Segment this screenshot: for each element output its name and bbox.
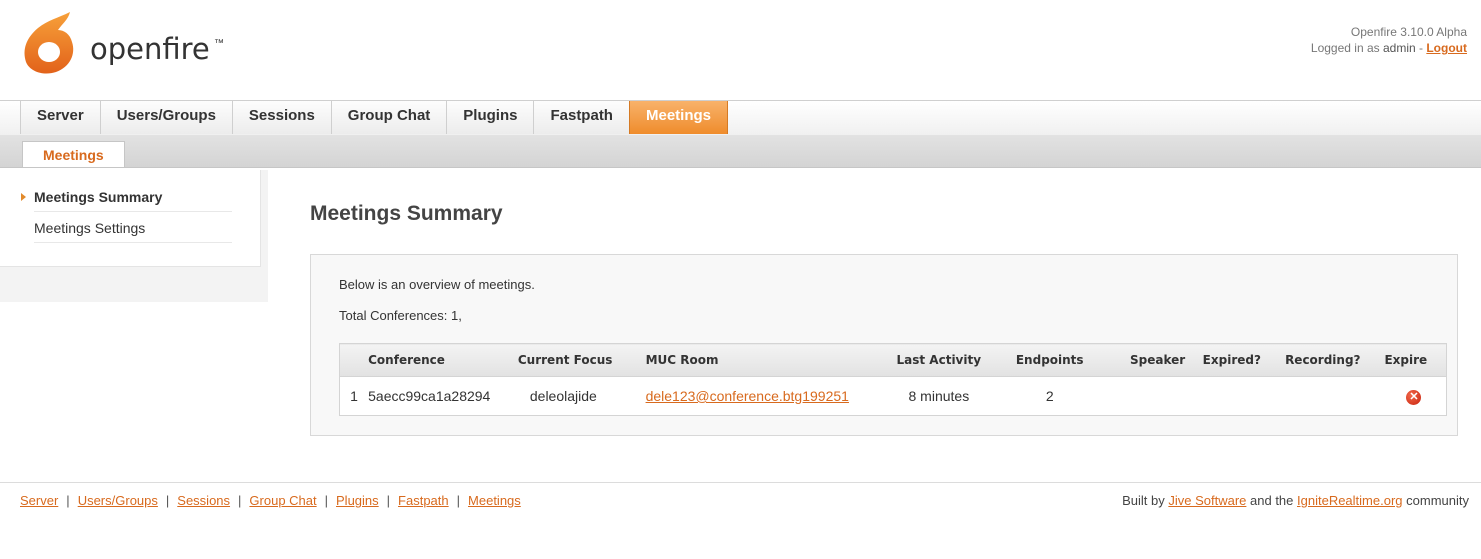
openfire-logo[interactable]: openfire ™ <box>18 10 258 80</box>
footer-link-group-chat[interactable]: Group Chat <box>249 493 316 508</box>
footer-separator: | <box>165 493 170 508</box>
user-info: Openfire 3.10.0 Alpha Logged in as admin… <box>1311 24 1467 56</box>
logout-link[interactable]: Logout <box>1426 41 1467 55</box>
sub-nav: Meetings <box>0 135 1481 168</box>
conferences-table: Conference Current Focus MUC Room Last A… <box>339 343 1447 416</box>
total-conferences-text: Total Conferences: 1, <box>339 308 462 323</box>
sidebar-item-label: Meetings Settings <box>34 220 146 236</box>
tab-meetings[interactable]: Meetings <box>628 101 728 134</box>
footer-link-sessions[interactable]: Sessions <box>177 493 230 508</box>
footer-link-users-groups[interactable]: Users/Groups <box>78 493 158 508</box>
col-header-recording: Recording? <box>1285 343 1385 377</box>
tab-users-groups[interactable]: Users/Groups <box>99 101 232 134</box>
delete-x-icon[interactable]: ✕ <box>1406 390 1422 405</box>
login-separator: - <box>1415 41 1427 55</box>
tab-server[interactable]: Server <box>20 101 100 134</box>
sidebar-item-meetings-settings[interactable]: Meetings Settings <box>34 215 232 243</box>
logo-trademark: ™ <box>214 38 224 49</box>
tab-fastpath[interactable]: Fastpath <box>533 101 629 134</box>
credit-suffix: community <box>1406 493 1469 508</box>
expired-status <box>1203 377 1285 416</box>
col-header-muc-room: MUC Room <box>645 343 897 377</box>
sidebar-item-label: Meetings Summary <box>34 189 163 205</box>
muc-room-cell: dele123@conference.btg199251 <box>646 377 897 416</box>
speaker <box>1130 377 1203 416</box>
col-header-speaker: Speaker <box>1130 343 1203 377</box>
logged-in-prefix: Logged in as <box>1310 41 1380 55</box>
sidebar-menu: Meetings Summary Meetings Settings <box>0 170 261 267</box>
footer-link-fastpath[interactable]: Fastpath <box>398 493 449 508</box>
footer-credit: Built by Jive Software and the IgniteRea… <box>1122 493 1469 508</box>
tab-sessions[interactable]: Sessions <box>231 101 331 134</box>
last-activity: 8 minutes <box>908 388 970 404</box>
main-nav: Server Users/Groups Sessions Group Chat … <box>0 100 1481 136</box>
col-header-current-focus: Current Focus <box>517 343 646 377</box>
header: openfire ™ Openfire 3.10.0 Alpha Logged … <box>0 0 1481 100</box>
credit-middle: and the <box>1250 493 1294 508</box>
footer-nav: Server | Users/Groups | Sessions | Group Chat |… <box>20 493 521 508</box>
footer-separator: | <box>456 493 461 508</box>
footer-separator: | <box>386 493 391 508</box>
endpoints-count: 2 <box>1045 388 1054 404</box>
col-header-conference: Conference <box>368 343 518 377</box>
content-box: Below is an overview of meetings. Total … <box>310 254 1458 436</box>
current-focus: deleolajide <box>529 388 597 404</box>
tab-plugins[interactable]: Plugins <box>446 101 534 134</box>
username: admin <box>1382 41 1416 55</box>
col-header-number <box>339 343 369 377</box>
footer: Server | Users/Groups | Sessions | Group Chat |… <box>0 482 1481 513</box>
version-label: Openfire 3.10.0 Alpha <box>1350 25 1467 39</box>
tab-group-chat[interactable]: Group Chat <box>330 101 447 134</box>
row-number: 1 <box>350 388 358 404</box>
expire-cell: ✕ <box>1384 377 1446 416</box>
subtab-meetings[interactable]: Meetings <box>22 141 125 167</box>
muc-room-link[interactable]: dele123@conference.btg199251 <box>646 388 849 404</box>
jive-software-link[interactable]: Jive Software <box>1168 493 1246 508</box>
arrow-right-icon <box>21 193 26 201</box>
sidebar-item-meetings-summary[interactable]: Meetings Summary <box>21 184 232 212</box>
table-row: 1 5aecc99ca1a28294 deleolajide dele123@c… <box>340 377 1447 416</box>
col-header-endpoints: Endpoints <box>1015 343 1131 377</box>
footer-separator: | <box>66 493 70 508</box>
login-status: Logged in as admin - Logout <box>1311 40 1467 56</box>
main-tabs: Server Users/Groups Sessions Group Chat … <box>20 101 728 135</box>
sidebar: Meetings Summary Meetings Settings <box>0 170 268 302</box>
footer-link-server[interactable]: Server <box>20 493 58 508</box>
col-header-last-activity: Last Activity <box>896 343 1016 377</box>
recording-status <box>1285 377 1384 416</box>
footer-link-plugins[interactable]: Plugins <box>336 493 379 508</box>
col-header-expire: Expire <box>1384 343 1447 377</box>
credit-prefix: Built by <box>1122 493 1165 508</box>
flame-logo-icon <box>24 12 74 74</box>
footer-link-meetings[interactable]: Meetings <box>468 493 521 508</box>
footer-separator: | <box>324 493 329 508</box>
table-header-row: Conference Current Focus MUC Room Last A… <box>339 343 1447 377</box>
col-header-expired: Expired? <box>1202 343 1286 377</box>
page-title: Meetings Summary <box>310 202 503 225</box>
conference-id: 5aecc99ca1a28294 <box>368 388 491 404</box>
igniterealtime-link[interactable]: IgniteRealtime.org <box>1297 493 1403 508</box>
footer-separator: | <box>238 493 242 508</box>
logo-text: openfire <box>90 32 210 66</box>
overview-text: Below is an overview of meetings. <box>339 277 535 292</box>
